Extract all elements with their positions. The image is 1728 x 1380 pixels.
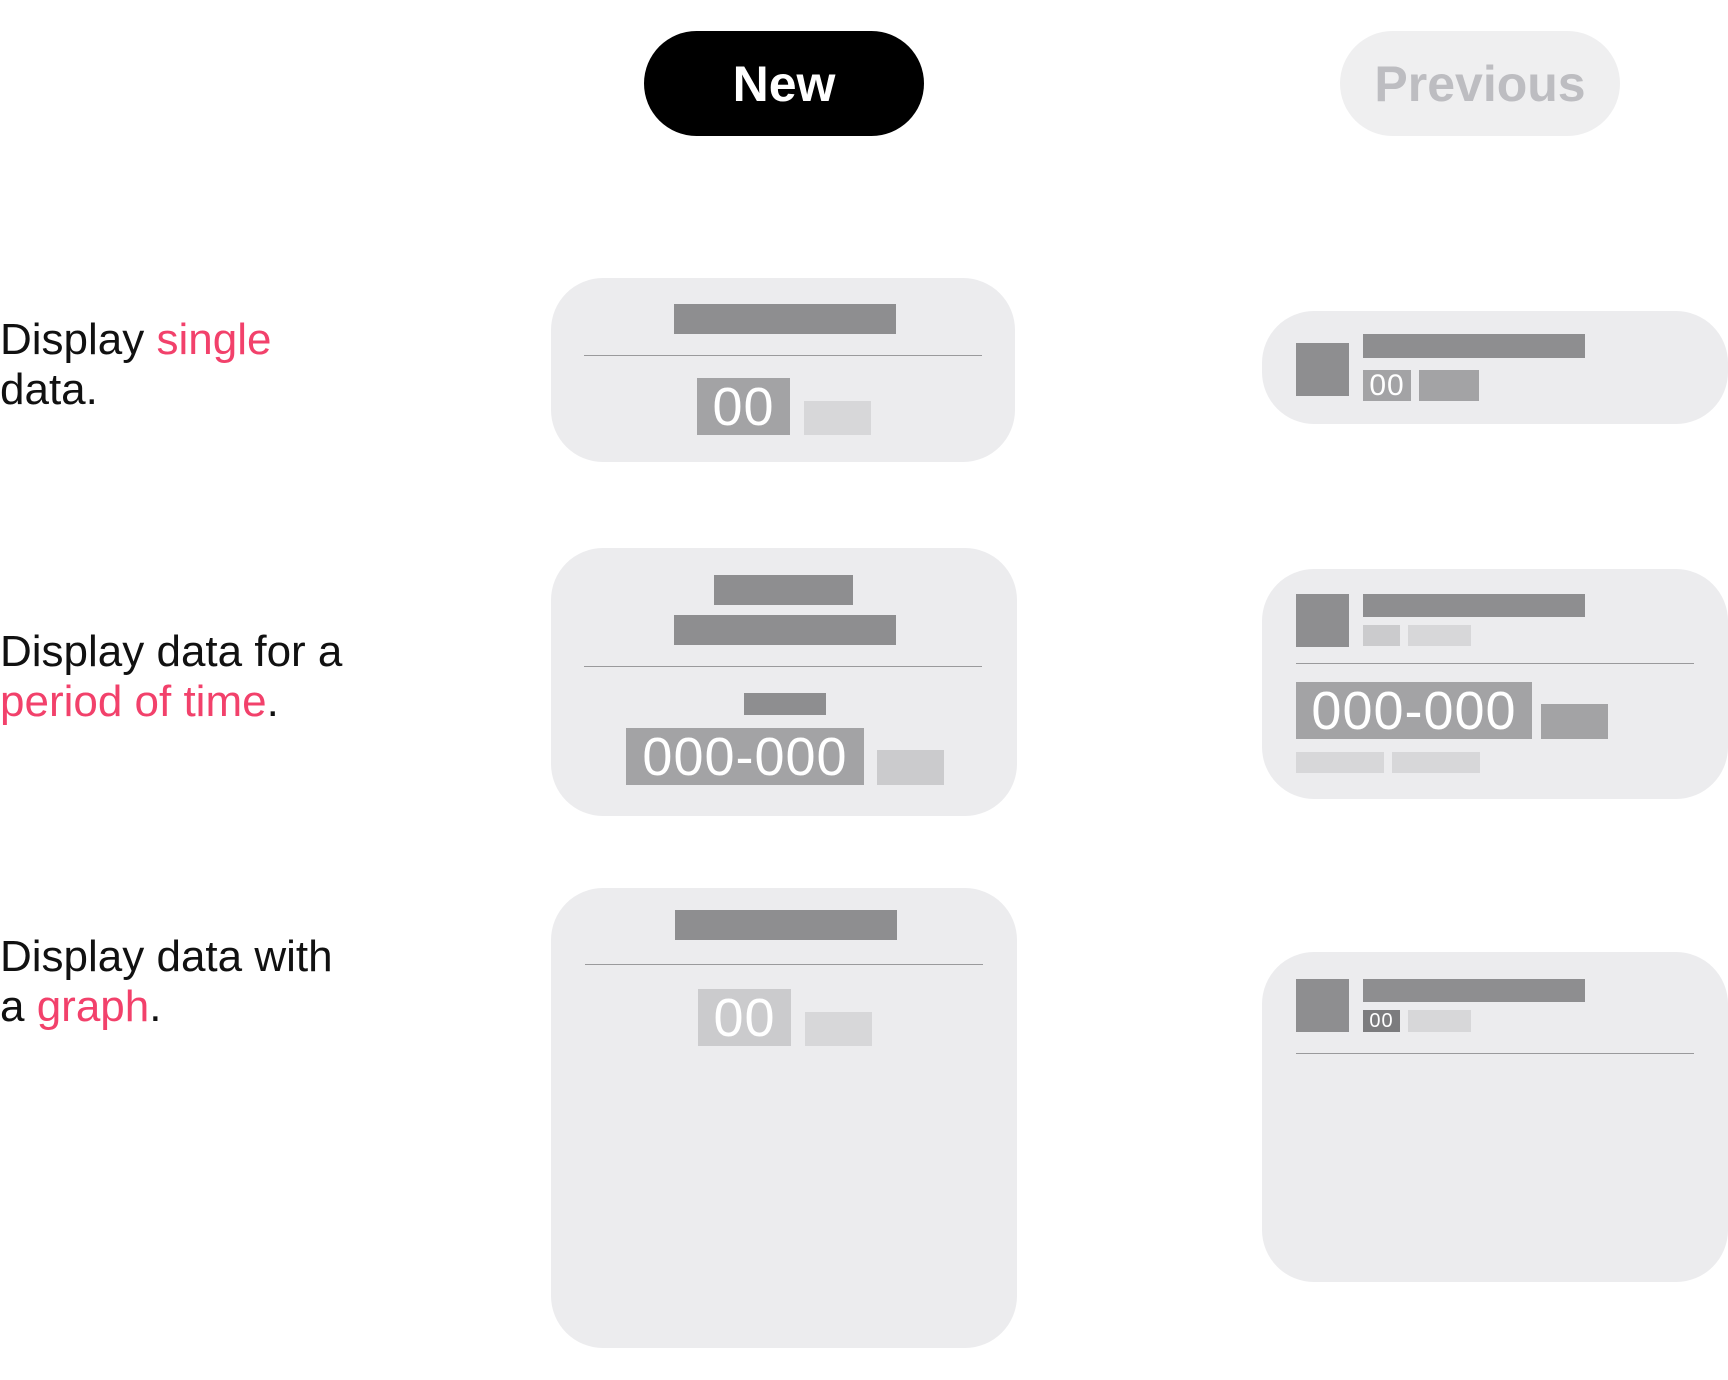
subtitle-placeholder bbox=[674, 615, 896, 645]
divider bbox=[585, 964, 983, 965]
divider bbox=[1296, 663, 1694, 664]
title-placeholder bbox=[674, 304, 896, 334]
value-placeholder: 00 bbox=[1363, 1010, 1400, 1032]
row-label-text: Display data for a bbox=[0, 627, 343, 676]
thumbnail-placeholder bbox=[1296, 343, 1349, 396]
value-placeholder: 000-000 bbox=[1296, 681, 1532, 741]
unit-placeholder bbox=[877, 750, 944, 785]
label-placeholder bbox=[744, 693, 826, 715]
thumbnail-placeholder bbox=[1296, 979, 1349, 1032]
row-label-text: . bbox=[149, 982, 162, 1031]
row-label-highlight: graph bbox=[36, 982, 150, 1031]
unit-placeholder bbox=[1419, 370, 1479, 401]
value-placeholder: 00 bbox=[697, 377, 790, 437]
row-label-text: data. bbox=[0, 365, 98, 414]
row-label-single: Display single data. bbox=[0, 315, 420, 415]
title-placeholder bbox=[1363, 334, 1585, 358]
divider bbox=[1296, 1053, 1694, 1054]
new-period-card: 000-000 bbox=[551, 548, 1017, 816]
value-placeholder: 000-000 bbox=[626, 727, 864, 787]
unit-placeholder bbox=[804, 401, 871, 435]
new-single-card: 00 bbox=[551, 278, 1015, 462]
row-label-text: Display bbox=[0, 315, 157, 364]
title-placeholder bbox=[675, 910, 897, 940]
title-placeholder bbox=[1363, 594, 1585, 617]
divider bbox=[584, 355, 982, 356]
row-label-graph: Display data with a graph. bbox=[0, 932, 420, 1032]
row-label-period: Display data for a period of time. bbox=[0, 627, 420, 727]
row-label-highlight: single bbox=[156, 315, 272, 364]
new-tab-button[interactable]: New bbox=[644, 31, 924, 136]
title-placeholder bbox=[714, 575, 853, 605]
value-placeholder: 00 bbox=[698, 988, 791, 1048]
divider bbox=[584, 666, 982, 667]
row-label-text: a bbox=[0, 982, 37, 1031]
meta-placeholder bbox=[1363, 625, 1400, 646]
prev-period-card: 000-000 bbox=[1262, 569, 1728, 799]
unit-placeholder bbox=[1541, 704, 1608, 739]
meta-placeholder bbox=[1408, 625, 1471, 646]
row-label-highlight: period of time bbox=[0, 677, 267, 726]
thumbnail-placeholder bbox=[1296, 594, 1349, 647]
row-label-text: . bbox=[266, 677, 279, 726]
unit-placeholder bbox=[805, 1012, 872, 1046]
meta-placeholder bbox=[1296, 752, 1384, 773]
new-graph-card: 00 bbox=[551, 888, 1017, 1348]
value-placeholder: 00 bbox=[1363, 369, 1411, 402]
meta-placeholder bbox=[1392, 752, 1480, 773]
prev-graph-card: 00 bbox=[1262, 952, 1728, 1282]
prev-single-card: 00 bbox=[1262, 311, 1728, 424]
previous-tab-button[interactable]: Previous bbox=[1340, 31, 1620, 136]
unit-placeholder bbox=[1408, 1010, 1471, 1032]
title-placeholder bbox=[1363, 979, 1585, 1002]
row-label-text: Display data with bbox=[0, 932, 333, 981]
